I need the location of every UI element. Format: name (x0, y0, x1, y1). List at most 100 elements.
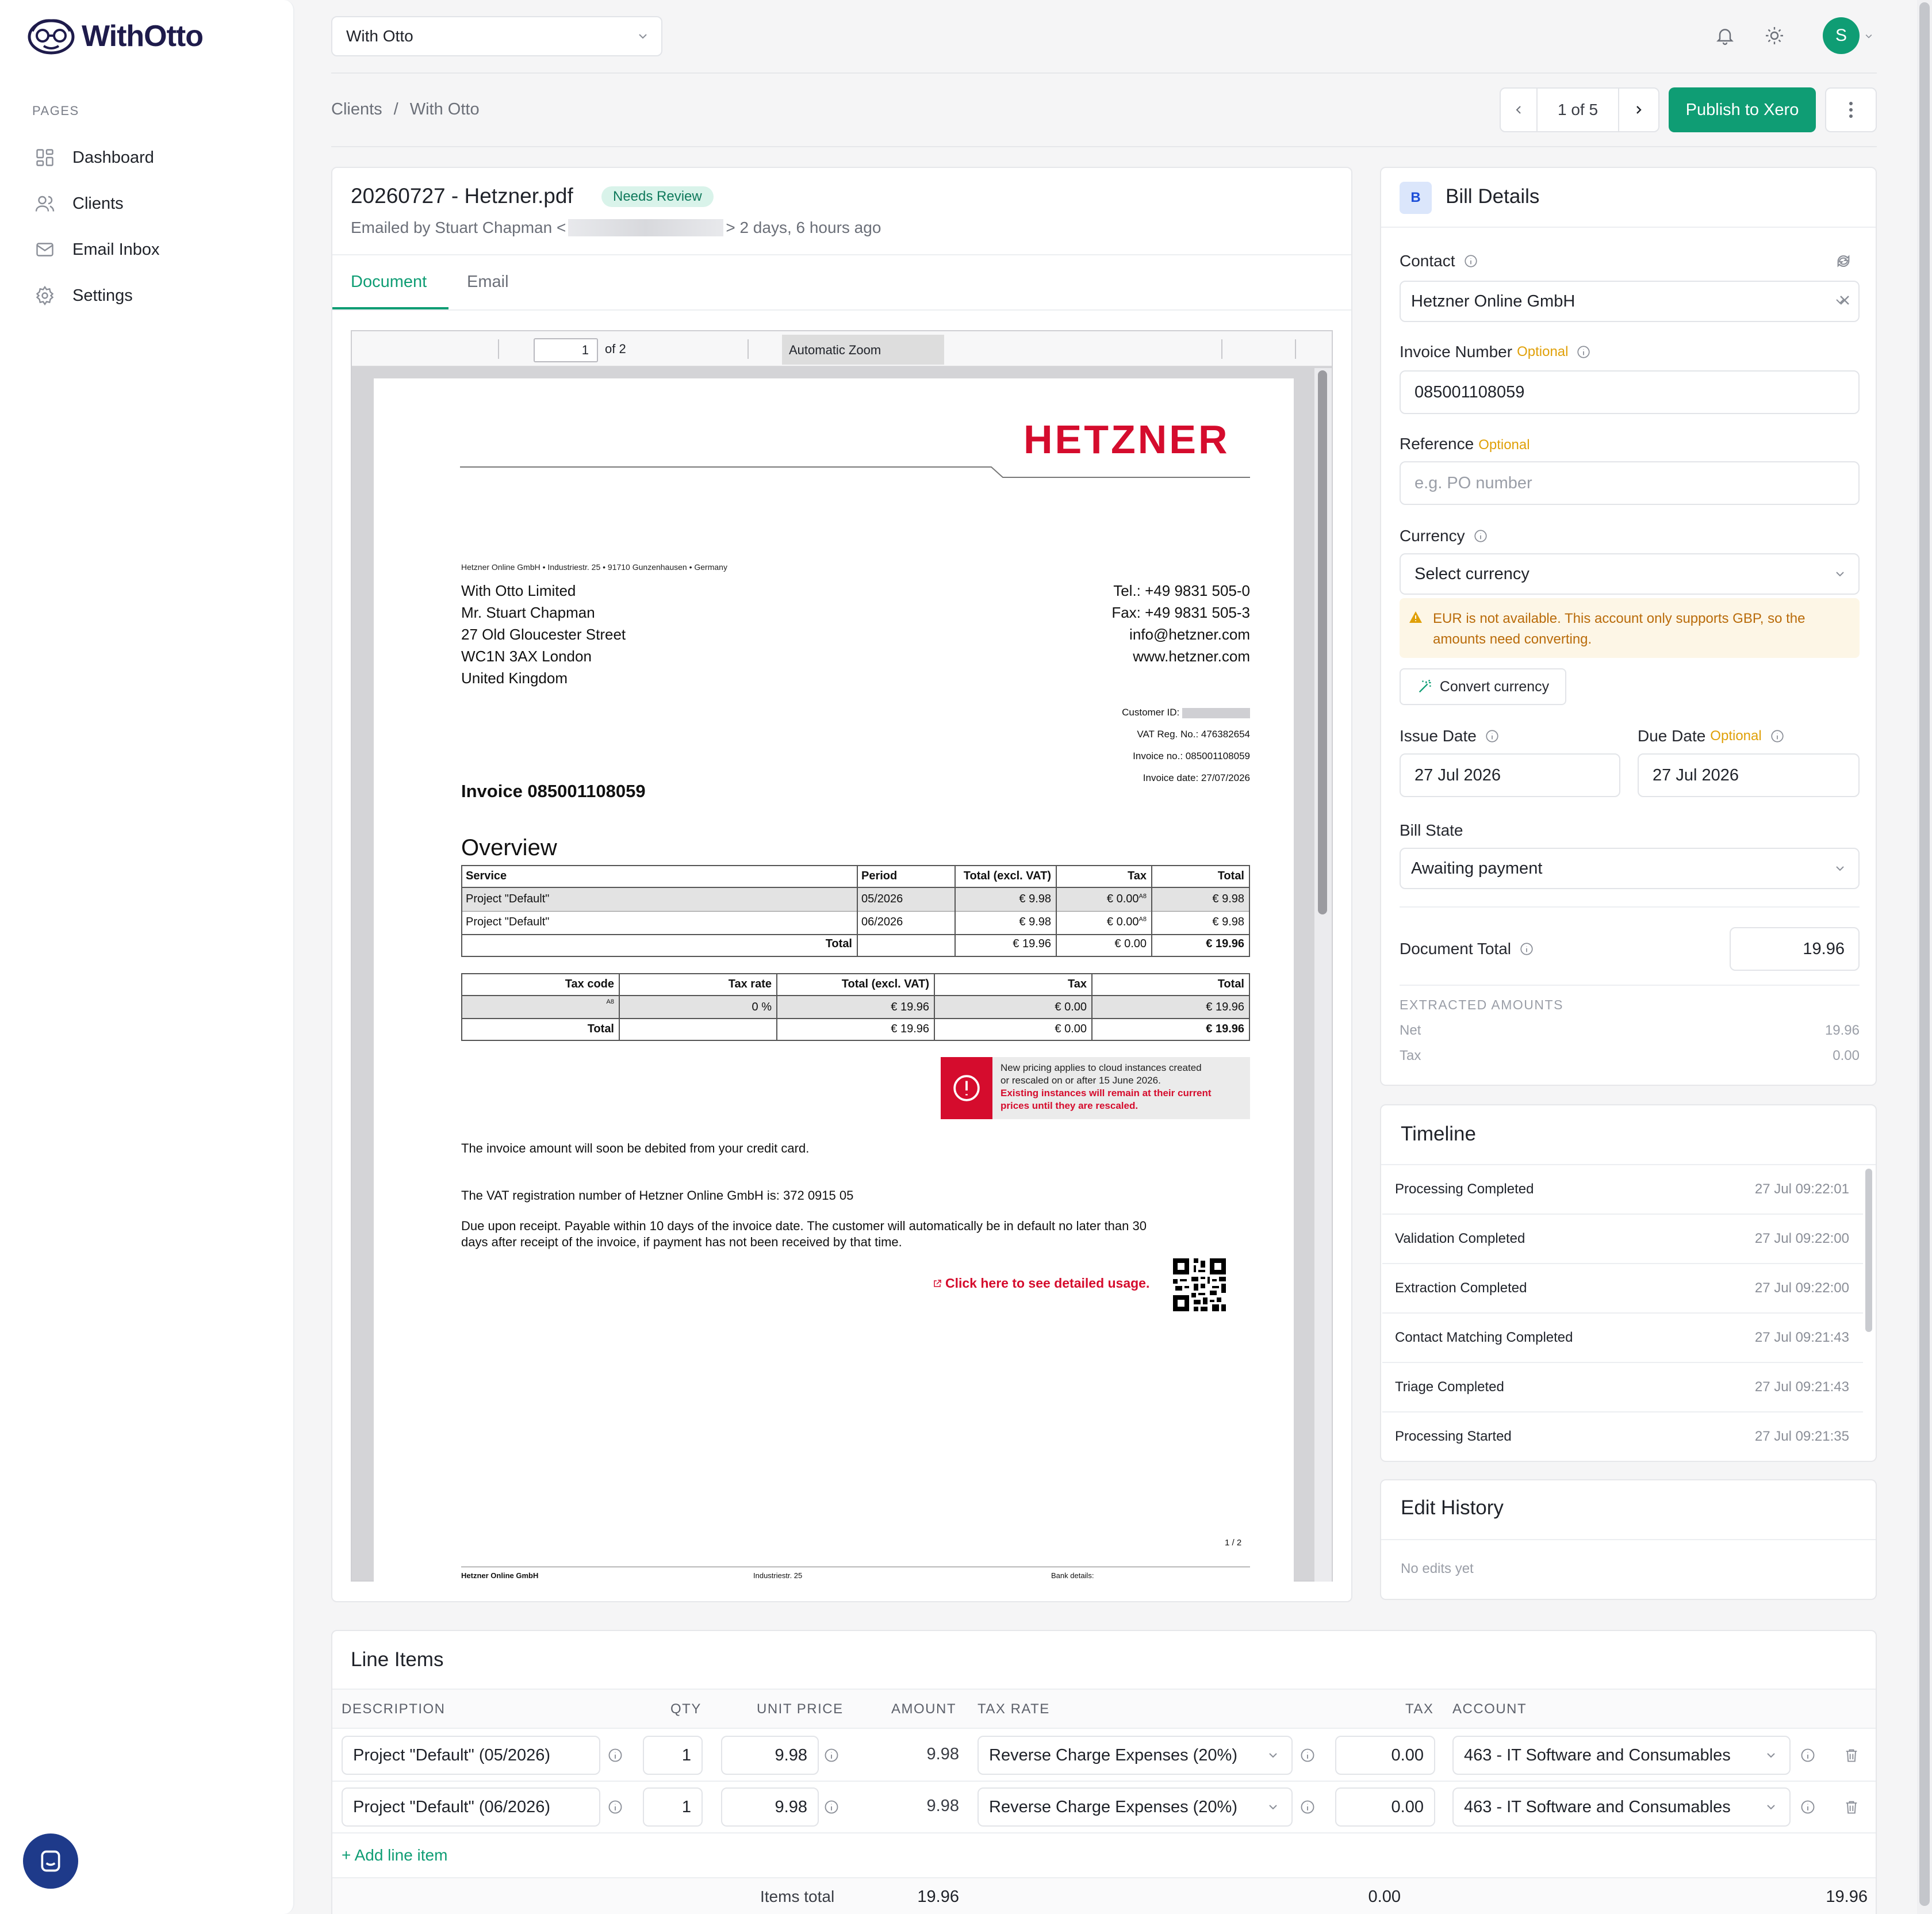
info-icon[interactable] (1800, 1747, 1816, 1763)
tax-total-label: Total (587, 1023, 614, 1035)
timeline-title: Timeline (1401, 1123, 1476, 1145)
unit-price-field[interactable]: 9.98 (721, 1787, 819, 1827)
col-unit-price: UNIT PRICE (757, 1701, 844, 1717)
redacted-email (568, 219, 724, 236)
reference-field[interactable]: e.g. PO number (1400, 461, 1860, 505)
sender-line: Hetzner Online GmbH • Industriestr. 25 •… (461, 562, 727, 572)
unit-price-field[interactable]: 9.98 (721, 1736, 819, 1775)
info-icon[interactable] (1300, 1747, 1316, 1763)
next-page-button[interactable] (1618, 89, 1658, 131)
tab-email[interactable]: Email (467, 273, 509, 292)
add-line-item-button[interactable]: + Add line item (342, 1846, 447, 1865)
avatar[interactable]: S (1823, 17, 1860, 54)
chevron-down-icon (639, 34, 647, 39)
qty-field[interactable]: 1 (643, 1787, 703, 1827)
document-total-field[interactable]: 19.96 (1730, 927, 1860, 971)
info-icon[interactable] (1300, 1799, 1316, 1815)
timeline-date: 27 Jul 09:21:35 (1754, 1429, 1849, 1444)
chevron-down-icon (1767, 1753, 1775, 1758)
org-select-value: With Otto (346, 27, 413, 45)
items-total-total: 19.96 (1826, 1888, 1868, 1906)
bill-divider (1400, 985, 1860, 986)
overview-table: Service Period Total (excl. VAT) Tax Tot… (461, 865, 1250, 957)
address-line: WC1N 3AX London (461, 648, 592, 665)
description-field[interactable]: Project "Default" (06/2026) (342, 1787, 600, 1827)
bill-state-select[interactable]: Awaiting payment (1400, 848, 1860, 889)
timeline-item: Processing Started 27 Jul 09:21:35 (1382, 1412, 1863, 1461)
sidebar-item-clients[interactable]: Clients (34, 193, 124, 214)
info-icon[interactable] (823, 1747, 839, 1763)
publish-to-xero-button[interactable]: Publish to Xero (1669, 87, 1816, 132)
contact-select[interactable]: Hetzner Online GmbH (1400, 281, 1860, 322)
tabs-divider (332, 309, 1351, 311)
tax-rate-select[interactable]: Reverse Charge Expenses (20%) (977, 1787, 1293, 1827)
col-rule (934, 974, 935, 1040)
info-icon[interactable] (607, 1799, 623, 1815)
invoice-number-value: 085001108059 (1414, 382, 1525, 401)
convert-currency-button[interactable]: Convert currency (1400, 668, 1566, 705)
info-icon[interactable] (823, 1799, 839, 1815)
timeline-label: Triage Completed (1395, 1379, 1504, 1395)
due-date-field[interactable]: 27 Jul 2026 (1638, 753, 1860, 797)
refresh-icon[interactable] (1835, 253, 1851, 269)
address-line: 27 Old Gloucester Street (461, 626, 626, 643)
bell-icon[interactable] (1715, 25, 1735, 46)
usage-link[interactable]: Click here to see detailed usage. (933, 1276, 1149, 1291)
trash-icon[interactable] (1843, 1799, 1860, 1815)
currency-label-text: Currency (1400, 527, 1465, 545)
sidebar-item-email-inbox[interactable]: Email Inbox (34, 239, 160, 260)
issue-date-field[interactable]: 27 Jul 2026 (1400, 753, 1620, 797)
emailed-by-suffix: > 2 days, 6 hours ago (726, 219, 881, 236)
page-scrollbar-thumb[interactable] (1919, 2, 1930, 1906)
extracted-amounts-title: EXTRACTED AMOUNTS (1400, 997, 1563, 1012)
pdf-scrollbar-thumb[interactable] (1318, 370, 1327, 914)
prev-page-button[interactable] (1501, 89, 1538, 131)
more-actions-button[interactable] (1825, 87, 1877, 132)
notice-icon-box (941, 1057, 992, 1119)
brand-logo[interactable]: WithOtto (26, 17, 204, 55)
currency-select[interactable]: Select currency (1400, 553, 1860, 595)
invoice-number-field[interactable]: 085001108059 (1400, 370, 1860, 414)
chat-launcher[interactable] (23, 1833, 78, 1889)
description-field[interactable]: Project "Default" (05/2026) (342, 1736, 600, 1775)
sidebar-section-label: PAGES (32, 104, 79, 118)
page-number-input[interactable]: 1 (534, 338, 598, 362)
toolbar-sep (498, 339, 499, 359)
redacted-customer-id (1182, 707, 1250, 718)
invoice-number-label: Invoice Number Optional (1400, 343, 1591, 361)
chevron-down-icon[interactable] (1864, 32, 1873, 40)
col-rule (776, 974, 777, 1040)
optional-tag: Optional (1478, 437, 1530, 453)
zoom-select[interactable]: Automatic Zoom (782, 335, 944, 365)
gear-icon (36, 285, 54, 306)
ov-cell: € 0.00A8 (1060, 916, 1147, 929)
info-icon (1464, 255, 1477, 267)
clear-contact-icon[interactable] (1838, 293, 1851, 307)
org-select[interactable]: With Otto (331, 16, 662, 56)
info-icon[interactable] (607, 1747, 623, 1763)
sidebar-item-settings[interactable]: Settings (34, 285, 133, 306)
account-select[interactable]: 463 - IT Software and Consumables (1452, 1736, 1791, 1775)
timeline-card: Timeline Processing Completed 27 Jul 09:2… (1380, 1104, 1877, 1462)
ov-cell: Project "Default" (466, 916, 550, 928)
warning-line: EUR is not available. This account only … (1433, 611, 1805, 626)
more-vertical-icon (1849, 102, 1853, 118)
ov-total-label: Total (825, 937, 852, 950)
currency-label: Currency (1400, 527, 1488, 545)
info-icon[interactable] (1800, 1799, 1816, 1815)
account-select[interactable]: 463 - IT Software and Consumables (1452, 1787, 1791, 1827)
ov-sup: A8 (1138, 916, 1147, 923)
info-icon (1474, 530, 1487, 542)
tax-field[interactable]: 0.00 (1335, 1787, 1435, 1827)
sidebar-item-dashboard[interactable]: Dashboard (34, 147, 154, 168)
breadcrumb-clients[interactable]: Clients (331, 100, 382, 119)
tab-document[interactable]: Document (351, 273, 427, 292)
pricing-notice: New pricing applies to cloud instances c… (941, 1057, 1250, 1119)
timeline-scrollbar[interactable] (1865, 1169, 1872, 1332)
theme-toggle-icon[interactable] (1764, 25, 1785, 46)
tax-field[interactable]: 0.00 (1335, 1736, 1435, 1775)
tax-rate-select[interactable]: Reverse Charge Expenses (20%) (977, 1736, 1293, 1775)
reference-label: Reference Optional (1400, 435, 1530, 453)
qty-field[interactable]: 1 (643, 1736, 703, 1775)
trash-icon[interactable] (1843, 1747, 1860, 1763)
